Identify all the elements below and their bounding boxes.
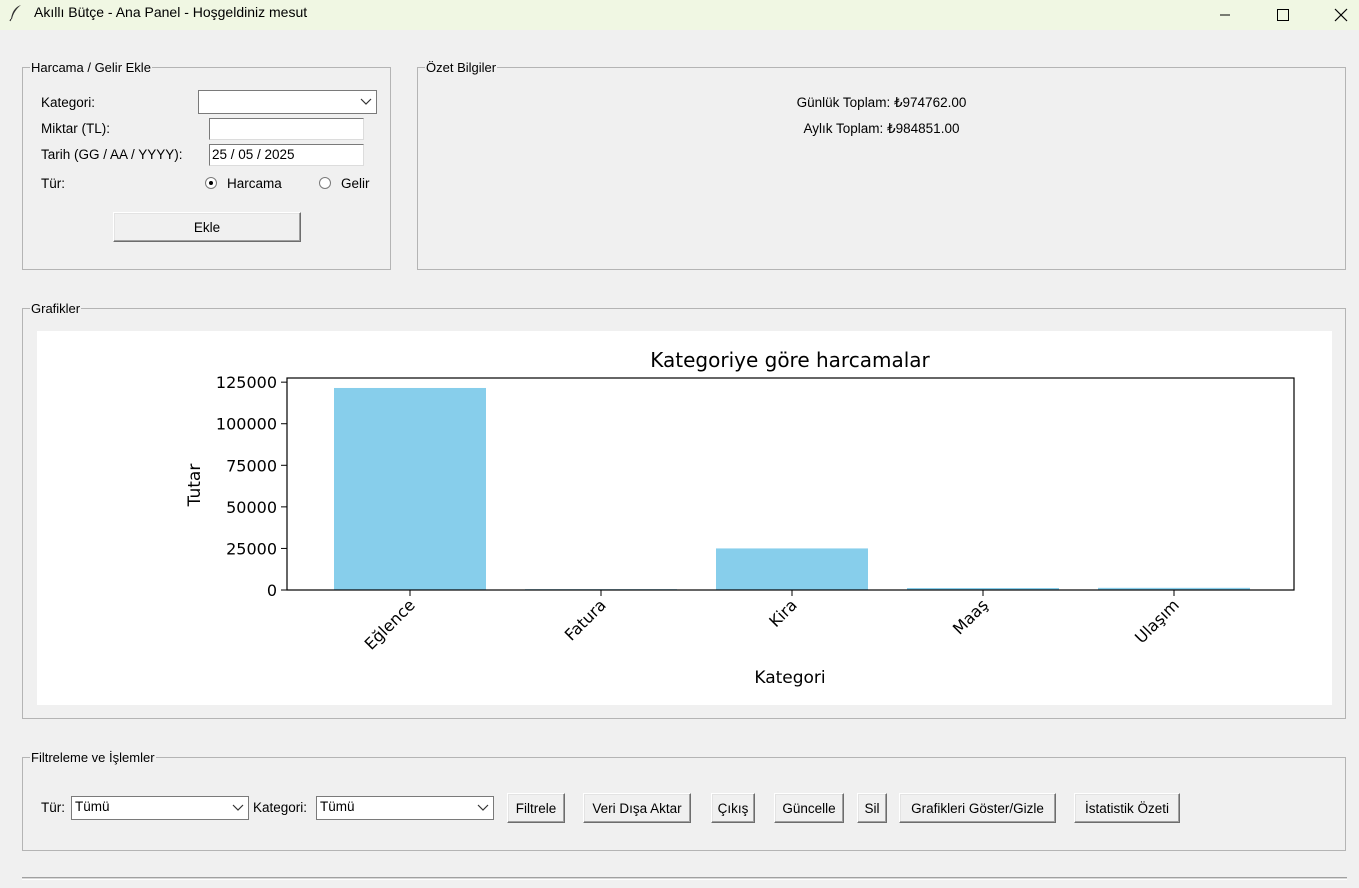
filter-category-value: Tümü	[320, 799, 355, 814]
stats-summary-button[interactable]: İstatistik Özeti	[1074, 793, 1180, 823]
y-tick-label: 75000	[226, 456, 277, 475]
chart-canvas: Kategoriye göre harcamalar 0 25000 50000 75…	[37, 331, 1332, 705]
x-tick-label: Maaş	[949, 595, 992, 638]
amount-input[interactable]	[209, 118, 364, 140]
filter-type-label: Tür:	[41, 800, 66, 815]
filter-legend: Filtreleme ve İşlemler	[31, 750, 155, 765]
status-separator	[22, 877, 1347, 880]
date-label: Tarih (GG / AA / YYYY):	[41, 147, 183, 162]
maximize-button[interactable]	[1254, 0, 1312, 30]
toggle-charts-button[interactable]: Grafikleri Göster/Gizle	[899, 793, 1056, 823]
summary-legend: Özet Bilgiler	[426, 60, 497, 75]
x-tick-label: Ulaşım	[1131, 595, 1183, 647]
radio-expense[interactable]	[205, 177, 217, 189]
x-tick-label: Eğlence	[361, 595, 419, 653]
filter-type-value: Tümü	[75, 799, 110, 814]
date-input[interactable]: 25 / 05 / 2025	[209, 144, 364, 166]
chart-title: Kategoriye göre harcamalar	[650, 348, 930, 372]
add-entry-legend: Harcama / Gelir Ekle	[31, 60, 151, 75]
minimize-button[interactable]	[1196, 0, 1254, 30]
export-button[interactable]: Veri Dışa Aktar	[583, 793, 691, 823]
y-tick-label: 50000	[226, 498, 277, 517]
chevron-down-icon[interactable]	[232, 804, 244, 812]
type-label: Tür:	[41, 176, 66, 191]
daily-total: Günlük Toplam: ₺974762.00	[796, 95, 967, 110]
y-tick-label: 100000	[216, 415, 277, 434]
filter-button[interactable]: Filtrele	[507, 793, 565, 823]
x-axis-label: Kategori	[754, 668, 825, 688]
y-tick-label: 125000	[216, 373, 277, 392]
feather-icon	[9, 5, 21, 22]
amount-label: Miktar (TL):	[41, 121, 110, 136]
bar-chart: Kategoriye göre harcamalar 0 25000 50000 75…	[185, 348, 1295, 688]
add-button[interactable]: Ekle	[113, 212, 301, 242]
y-axis-label: Tutar	[185, 464, 205, 508]
chevron-down-icon[interactable]	[360, 98, 372, 106]
summary-panel: Özet Bilgiler	[417, 60, 1346, 270]
title-bar: Akıllı Bütçe - Ana Panel - Hoşgeldiniz m…	[0, 0, 1359, 30]
chevron-down-icon[interactable]	[477, 804, 489, 812]
filter-category-combobox[interactable]: Tümü	[316, 796, 494, 820]
category-combobox[interactable]	[198, 90, 377, 114]
monthly-total: Aylık Toplam: ₺984851.00	[803, 121, 960, 136]
x-tick-label: Fatura	[561, 595, 610, 644]
filter-category-label: Kategori:	[253, 800, 308, 815]
close-button[interactable]	[1312, 0, 1359, 30]
radio-expense-label[interactable]: Harcama	[227, 176, 282, 191]
bar-1	[334, 387, 486, 590]
radio-income[interactable]	[319, 177, 331, 189]
close-icon	[1334, 8, 1348, 22]
y-tick-label: 25000	[226, 539, 277, 558]
y-tick-label: 0	[267, 581, 277, 600]
maximize-icon	[1277, 9, 1289, 21]
window-title: Akıllı Bütçe - Ana Panel - Hoşgeldiniz m…	[34, 4, 308, 20]
filter-type-combobox[interactable]: Tümü	[71, 796, 249, 820]
bar-3	[716, 548, 868, 590]
minimize-icon	[1220, 14, 1230, 16]
x-tick-label: Kira	[765, 595, 801, 631]
radio-income-label[interactable]: Gelir	[341, 176, 370, 191]
update-button[interactable]: Güncelle	[774, 793, 844, 823]
delete-button[interactable]: Sil	[857, 793, 887, 823]
charts-legend: Grafikler	[31, 301, 81, 316]
category-label: Kategori:	[41, 95, 96, 110]
exit-button[interactable]: Çıkış	[711, 793, 755, 823]
